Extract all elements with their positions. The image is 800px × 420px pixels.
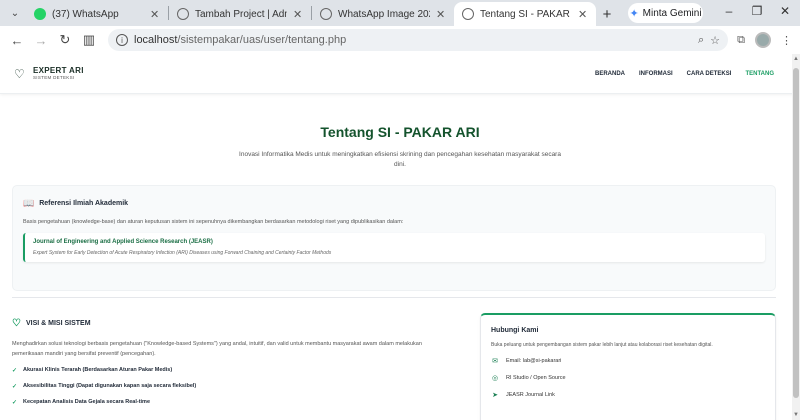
mail-icon: ✉ bbox=[492, 358, 498, 365]
heartbeat-icon: ♡ bbox=[14, 66, 25, 81]
reload-icon[interactable]: ↻ bbox=[56, 31, 74, 49]
contact-studio[interactable]: ◎ RI Studio / Open Source bbox=[491, 374, 765, 382]
scroll-down-icon[interactable]: ▼ bbox=[793, 412, 799, 418]
nav-informasi[interactable]: INFORMASI bbox=[639, 71, 673, 77]
book-icon: 📖 bbox=[23, 198, 35, 208]
tab-title: (37) WhatsApp bbox=[52, 8, 119, 20]
side-panel-icon[interactable]: ▥ bbox=[80, 31, 98, 49]
tab-search-chevron-icon[interactable]: ⌄ bbox=[4, 2, 26, 24]
address-bar[interactable]: i localhost/sistempakar/uas/user/tentang… bbox=[108, 29, 728, 51]
extensions-icon[interactable]: ⧉ bbox=[737, 34, 745, 47]
tab-whatsapp-image[interactable]: WhatsApp Image 2026-08- ✕ bbox=[312, 2, 454, 26]
nav-beranda[interactable]: BERANDA bbox=[595, 71, 625, 77]
reference-card: 📖 Referensi Ilmiah Akademik Basis penget… bbox=[12, 185, 776, 291]
url-text[interactable]: localhost/sistempakar/uas/user/tentang.p… bbox=[134, 34, 692, 46]
site-info-icon[interactable]: i bbox=[116, 34, 128, 46]
zoom-icon[interactable]: ⌕ bbox=[698, 34, 704, 47]
reference-title: Referensi Ilmiah Akademik bbox=[39, 200, 129, 207]
scrollbar-thumb[interactable] bbox=[793, 68, 799, 398]
contact-studio-text: RI Studio / Open Source bbox=[506, 375, 566, 381]
gemini-label: Minta Gemini bbox=[642, 7, 702, 19]
list-item-text: Akurasi Klinis Terarah (Berdasarkan Atur… bbox=[23, 367, 173, 373]
gemini-button[interactable]: ✦ Minta Gemini bbox=[628, 3, 703, 23]
back-arrow-icon[interactable]: ← bbox=[8, 31, 26, 49]
list-item: ✓ Kecepatan Analisis Data Gejala secara R… bbox=[12, 399, 452, 406]
main-nav: BERANDA INFORMASI CARA DETEKSI TENTANG bbox=[595, 71, 774, 77]
scroll-up-icon[interactable]: ▲ bbox=[793, 56, 799, 62]
close-icon[interactable]: ✕ bbox=[578, 8, 588, 21]
globe-icon bbox=[177, 8, 189, 20]
list-item: ✓ Aksesibilitas Tinggi (Dapat digunakan k… bbox=[12, 383, 452, 390]
hero-section: Tentang SI - PAKAR ARI Inovasi Informati… bbox=[0, 94, 800, 170]
gemini-star-icon: ✦ bbox=[629, 7, 639, 20]
contact-email-text: Email: lab@si-pakarari bbox=[506, 358, 562, 364]
list-item-text: Aksesibilitas Tinggi (Dapat digunakan ka… bbox=[23, 383, 197, 389]
nav-tentang[interactable]: TENTANG bbox=[745, 71, 774, 77]
site-logo[interactable]: ♡ EXPERT ARI SISTEM DETEKSI bbox=[14, 65, 84, 81]
tab-tentang[interactable]: Tentang SI - PAKAR ARI ✕ bbox=[454, 2, 596, 26]
close-icon[interactable]: ✕ bbox=[436, 8, 446, 21]
profile-avatar[interactable] bbox=[755, 32, 771, 48]
url-host: localhost bbox=[134, 34, 178, 46]
more-menu-icon[interactable]: ⋮ bbox=[781, 34, 792, 47]
mission-list: ✓ Akurasi Klinis Terarah (Berdasarkan Atu… bbox=[12, 367, 452, 406]
journal-title: Journal of Engineering and Applied Scien… bbox=[33, 239, 213, 245]
visi-heading: ♡ VISI & MISI SISTEM bbox=[12, 318, 452, 329]
check-icon: ✓ bbox=[12, 384, 18, 390]
tab-tambah-project[interactable]: Tambah Project | Admin ✕ bbox=[169, 2, 311, 26]
journal-subtitle: Expert System for Early Detection of Acu… bbox=[33, 250, 332, 256]
contact-journal-link[interactable]: ➤ JEASR Journal Link bbox=[491, 391, 765, 399]
page-subtitle: Inovasi Informatika Medis untuk meningka… bbox=[239, 151, 561, 168]
browser-toolbar: ← → ↻ ▥ i localhost/sistempakar/uas/user… bbox=[0, 26, 800, 54]
tab-whatsapp[interactable]: (37) WhatsApp ✕ bbox=[26, 2, 168, 26]
minimize-icon[interactable]: – bbox=[720, 4, 738, 18]
page-title: Tentang SI - PAKAR ARI bbox=[320, 124, 480, 140]
globe-icon bbox=[320, 8, 332, 20]
logo-subtitle: SISTEM DETEKSI bbox=[33, 74, 75, 80]
tab-title: WhatsApp Image 2026-08- bbox=[338, 8, 430, 20]
journal-card: Journal of Engineering and Applied Scien… bbox=[23, 233, 765, 262]
nav-cara-deteksi[interactable]: CARA DETEKSI bbox=[687, 71, 732, 77]
contact-journal-text: JEASR Journal Link bbox=[506, 392, 555, 398]
site-header: ♡ EXPERT ARI SISTEM DETEKSI BERANDA INFO… bbox=[0, 54, 800, 94]
contact-description: Buka peluang untuk pengembangan sistem p… bbox=[491, 342, 713, 348]
maximize-icon[interactable]: ❐ bbox=[748, 4, 766, 18]
browser-tab-bar: ⌄ (37) WhatsApp ✕ Tambah Project | Admin… bbox=[0, 0, 800, 26]
visi-title: VISI & MISI SISTEM bbox=[25, 320, 91, 327]
list-item-text: Kecepatan Analisis Data Gejala secara Re… bbox=[23, 399, 151, 405]
forward-arrow-icon[interactable]: → bbox=[32, 31, 50, 49]
send-icon: ➤ bbox=[492, 392, 498, 399]
page-scrollbar[interactable]: ▲ ▼ bbox=[792, 54, 800, 420]
close-icon[interactable]: ✕ bbox=[150, 8, 160, 21]
url-path: /sistempakar/uas/user/tentang.php bbox=[177, 34, 347, 46]
tab-title: Tentang SI - PAKAR ARI bbox=[480, 8, 572, 20]
bookmark-star-icon[interactable]: ☆ bbox=[710, 34, 720, 47]
logo-name: EXPERT ARI bbox=[33, 65, 84, 75]
whatsapp-icon bbox=[34, 8, 46, 20]
reference-heading: 📖 Referensi Ilmiah Akademik bbox=[23, 198, 765, 209]
contact-title: Hubungi Kami bbox=[491, 327, 539, 334]
list-item: ✓ Akurasi Klinis Terarah (Berdasarkan Atu… bbox=[12, 367, 452, 374]
tab-title: Tambah Project | Admin bbox=[195, 8, 287, 20]
window-close-icon[interactable]: ✕ bbox=[776, 4, 794, 18]
visi-misi-section: ♡ VISI & MISI SISTEM Menghadirkan solusi… bbox=[12, 318, 452, 415]
page-content: ♡ EXPERT ARI SISTEM DETEKSI BERANDA INFO… bbox=[0, 54, 800, 420]
check-icon: ✓ bbox=[12, 368, 18, 374]
contact-card: Hubungi Kami Buka peluang untuk pengemba… bbox=[480, 313, 776, 420]
section-divider bbox=[12, 297, 776, 298]
globe-icon bbox=[462, 8, 474, 20]
visi-text: Menghadirkan solusi teknologi berbasis p… bbox=[12, 341, 422, 357]
new-tab-button[interactable]: + bbox=[596, 3, 618, 25]
contact-email[interactable]: ✉ Email: lab@si-pakarari bbox=[491, 357, 765, 365]
close-icon[interactable]: ✕ bbox=[293, 8, 303, 21]
heart-icon: ♡ bbox=[12, 318, 21, 329]
reference-description: Basis pengetahuan (knowledge-base) dan a… bbox=[23, 219, 404, 225]
globe-icon: ◎ bbox=[491, 375, 499, 382]
check-icon: ✓ bbox=[12, 400, 18, 406]
